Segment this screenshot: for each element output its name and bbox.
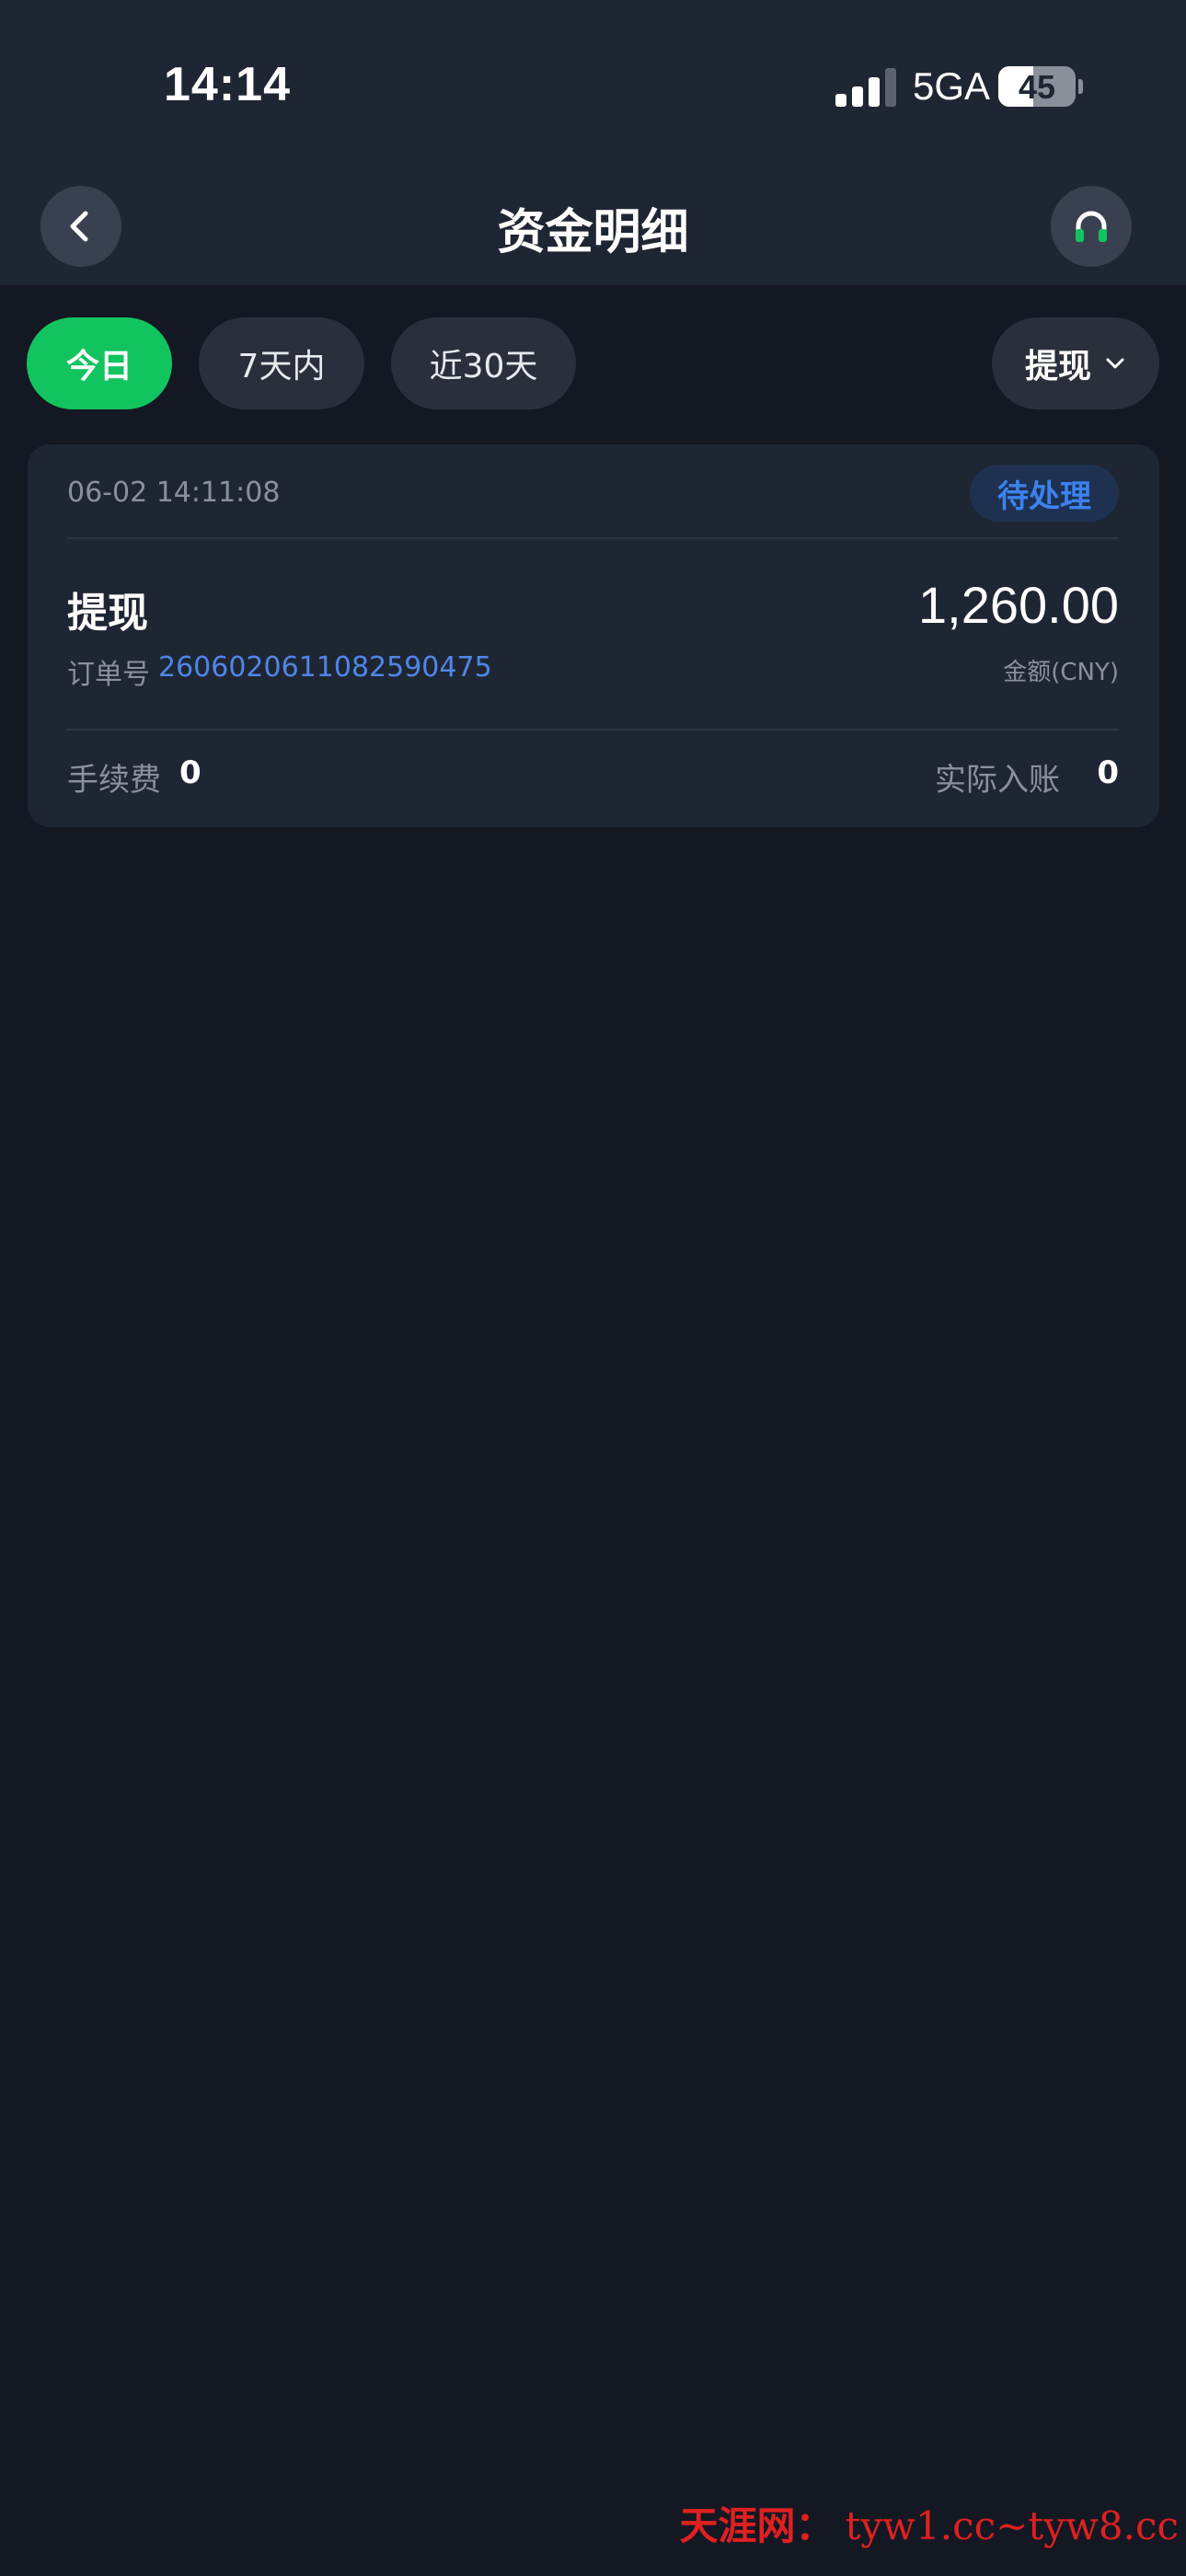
- battery-icon: 45: [998, 66, 1076, 107]
- fee-label: 手续费: [67, 762, 161, 799]
- filter-7-days-chip[interactable]: 7天内: [199, 317, 364, 409]
- watermark-text: tyw1.cc~tyw8.cc: [845, 2503, 1179, 2548]
- filter-30-days-chip[interactable]: 近30天: [391, 317, 576, 409]
- chevron-down-icon: [1106, 358, 1124, 369]
- battery-level: 45: [1018, 68, 1056, 106]
- transaction-type: 提现: [67, 590, 148, 637]
- watermark: 天涯网： tyw1.cc~tyw8.cc: [679, 2495, 1179, 2551]
- status-badge: 待处理: [970, 465, 1119, 522]
- transaction-type-label: 提现: [1024, 348, 1091, 385]
- headset-icon: [1076, 211, 1107, 242]
- app-header: 14:14 5GA 45 资金明细: [0, 0, 1186, 285]
- actual-credited-value: 0: [1097, 754, 1119, 791]
- order-number-label: 订单号: [67, 659, 150, 691]
- transaction-type-select[interactable]: 提现: [992, 317, 1159, 409]
- signal-strength-icon: [835, 66, 896, 107]
- network-type: 5GA: [913, 64, 991, 108]
- filter-today-chip[interactable]: 今日: [27, 317, 172, 409]
- actual-credited-label: 实际入账: [935, 762, 1060, 799]
- fee-value: 0: [179, 754, 202, 791]
- watermark-brand: 天涯网：: [679, 2503, 835, 2548]
- amount-currency-label: 金额(CNY): [1003, 659, 1119, 686]
- status-time: 14:14: [164, 58, 291, 111]
- order-number[interactable]: 2606020611082590475: [158, 651, 492, 684]
- page-title: 资金明细: [497, 205, 689, 260]
- transaction-time: 06-02 14:11:08: [67, 477, 281, 509]
- transaction-amount: 1,260.00: [918, 576, 1119, 634]
- transaction-card[interactable]: 06-02 14:11:08 待处理 提现 订单号 26060206110825…: [28, 444, 1159, 827]
- battery-tip: [1078, 79, 1083, 94]
- divider: [67, 729, 1119, 730]
- customer-service-button[interactable]: [1051, 186, 1132, 267]
- divider: [67, 537, 1119, 539]
